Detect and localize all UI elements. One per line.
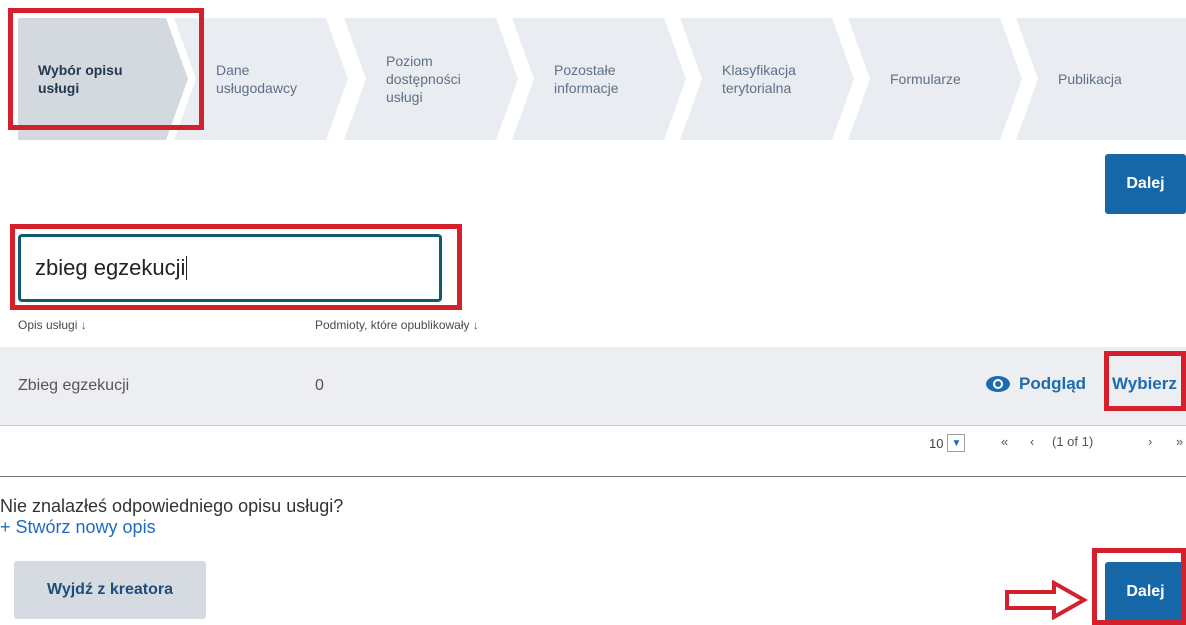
not-found-text: Nie znalazłeś odpowiedniego opisu usługi… <box>0 496 344 516</box>
first-page-button[interactable]: « <box>1001 434 1008 449</box>
column-header-label: Podmioty, które opublikowały <box>315 318 470 332</box>
eye-icon <box>986 376 1010 392</box>
step-label: Dane <box>216 62 250 78</box>
highlight-box-select <box>1104 351 1186 411</box>
step-label: dostępności <box>386 71 461 87</box>
cell-count: 0 <box>315 377 324 394</box>
highlight-box-next <box>1092 548 1186 625</box>
step-label: terytorialna <box>722 80 792 96</box>
sort-arrow-icon: ↓ <box>80 318 87 332</box>
step-label: Klasyfikacja <box>722 62 796 78</box>
step-label: informacje <box>554 80 619 96</box>
sort-arrow-icon: ↓ <box>472 318 479 332</box>
step-label: Publikacja <box>1058 71 1122 87</box>
step-publikacja[interactable]: Publikacja <box>1016 18 1186 140</box>
preview-label: Podgląd <box>1019 374 1087 393</box>
arrow-right-icon <box>1005 580 1088 620</box>
divider <box>0 476 1186 477</box>
chevron-down-icon: ▼ <box>947 434 966 452</box>
step-poziom-dostepnosci[interactable]: Poziom dostępności usługi <box>344 18 518 140</box>
rows-per-page-value: 10 <box>929 435 944 451</box>
next-button-top[interactable]: Dalej <box>1105 154 1186 214</box>
page-info: (1 of 1) <box>1052 434 1094 449</box>
column-header-label: Opis usługi <box>18 318 78 332</box>
highlight-box-search <box>10 224 462 310</box>
step-label: usługi <box>386 89 423 105</box>
last-page-button[interactable]: » <box>1176 434 1183 449</box>
column-header-description[interactable]: Opis usługi ↓ <box>18 318 87 332</box>
rows-per-page-select[interactable]: 10 ▼ <box>929 432 966 454</box>
column-header-publishers[interactable]: Podmioty, które opublikowały ↓ <box>315 318 479 332</box>
step-pozostale-informacje[interactable]: Pozostałe informacje <box>512 18 686 140</box>
prev-page-button[interactable]: ‹ <box>1030 434 1034 449</box>
step-formularze[interactable]: Formularze <box>848 18 1022 140</box>
step-label: Pozostałe <box>554 62 616 78</box>
highlight-box-step <box>8 8 204 130</box>
cell-description: Zbieg egzekucji <box>18 377 130 394</box>
step-klasyfikacja-terytorialna[interactable]: Klasyfikacja terytorialna <box>680 18 854 140</box>
step-label: Formularze <box>890 71 961 87</box>
next-page-button[interactable]: › <box>1148 434 1152 449</box>
create-new-description-link[interactable]: + Stwórz nowy opis <box>0 517 156 538</box>
preview-link[interactable]: Podgląd <box>985 374 1086 394</box>
step-label: Poziom <box>386 53 433 69</box>
step-label: usługodawcy <box>216 80 297 96</box>
exit-wizard-button[interactable]: Wyjdź z kreatora <box>14 561 206 619</box>
